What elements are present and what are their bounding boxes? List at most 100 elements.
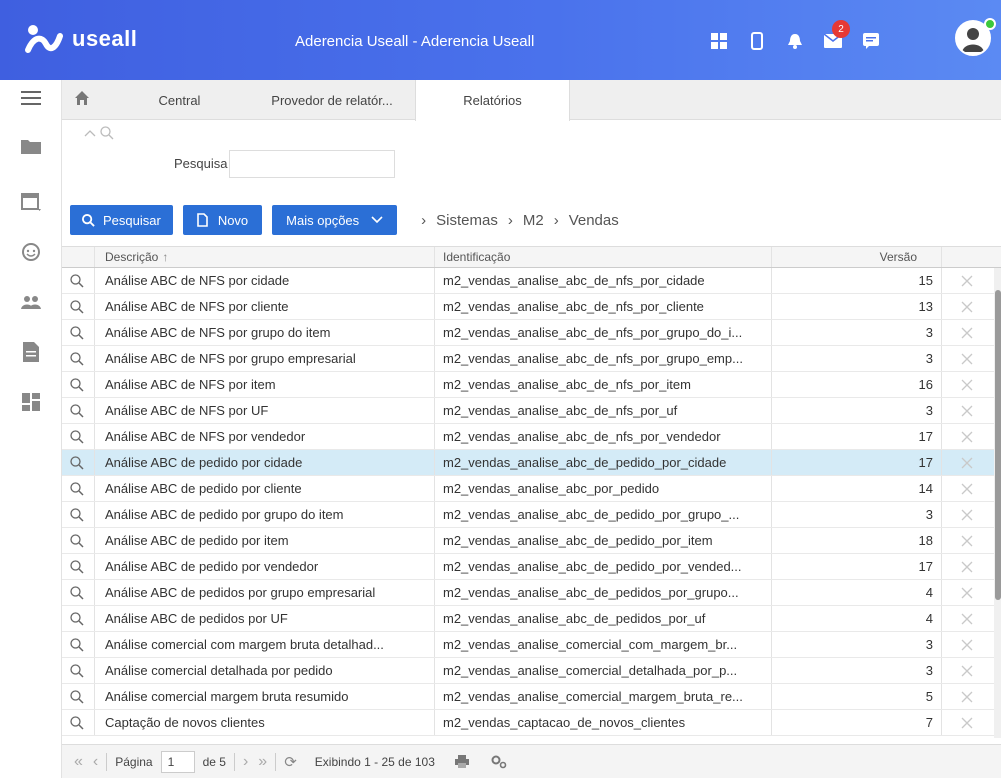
cell-identificacao: m2_vendas_analise_abc_de_nfs_por_grupo_d… [434,320,771,345]
delete-icon[interactable] [941,294,991,319]
breadcrumb-separator: › [507,211,513,229]
table-row[interactable]: Análise ABC de pedido por grupo do item m… [62,502,1001,528]
users-icon[interactable] [15,286,47,318]
logo[interactable]: useall [24,22,137,56]
apps-grid-icon[interactable] [700,26,738,56]
view-search-icon[interactable] [62,398,92,423]
table-row[interactable]: Análise ABC de pedidos por UF m2_vendas_a… [62,606,1001,632]
delete-icon[interactable] [941,450,991,475]
delete-icon[interactable] [941,580,991,605]
view-search-icon[interactable] [62,320,92,345]
folder-icon[interactable] [15,130,47,162]
view-search-icon[interactable] [62,424,92,449]
delete-icon[interactable] [941,710,991,735]
mobile-icon[interactable] [738,26,776,56]
last-page-icon[interactable]: » [258,753,267,771]
scrollbar-thumb[interactable] [995,290,1001,600]
breadcrumb-item[interactable]: M2 [523,212,544,229]
table-row[interactable]: Análise ABC de NFS por vendedor m2_vendas… [62,424,1001,450]
view-search-icon[interactable] [62,450,92,475]
next-page-icon[interactable]: › [243,753,248,771]
view-search-icon[interactable] [62,268,92,293]
view-search-icon[interactable] [62,346,92,371]
refresh-icon[interactable]: ⟳ [284,753,297,771]
table-row[interactable]: Análise ABC de pedidos por grupo empresa… [62,580,1001,606]
page-input[interactable]: 1 [160,750,195,773]
view-search-icon[interactable] [62,554,92,579]
breadcrumb-item[interactable]: Sistemas [436,212,498,229]
tab-central[interactable]: Central [117,80,242,120]
breadcrumb-item[interactable]: Vendas [569,212,619,229]
cell-versao: 3 [771,320,941,345]
table-row[interactable]: Análise ABC de NFS por cidade m2_vendas_a… [62,268,1001,294]
cell-descricao: Análise ABC de NFS por grupo do item [94,320,434,345]
table-row[interactable]: Análise ABC de pedido por cidade m2_venda… [62,450,1001,476]
collapse-search-toggle[interactable] [84,126,114,140]
menu-icon[interactable] [15,82,47,114]
delete-icon[interactable] [941,268,991,293]
prev-page-icon[interactable]: ‹ [93,753,98,771]
delete-icon[interactable] [941,528,991,553]
dashboard-icon[interactable] [15,386,47,418]
more-options-button[interactable]: Mais opções [272,205,398,235]
table-row[interactable]: Análise ABC de NFS por UF m2_vendas_anali… [62,398,1001,424]
column-header-versao[interactable]: Versão [771,247,941,267]
view-search-icon[interactable] [62,658,92,683]
view-search-icon[interactable] [62,528,92,553]
view-search-icon[interactable] [62,476,92,501]
table-row[interactable]: Análise comercial margem bruta resumido m… [62,684,1001,710]
table-row[interactable]: Análise ABC de NFS por item m2_vendas_ana… [62,372,1001,398]
table-row[interactable]: Análise ABC de NFS por cliente m2_vendas_… [62,294,1001,320]
search-input[interactable] [229,150,395,178]
chat-icon[interactable] [852,26,890,56]
document-icon[interactable] [15,336,47,368]
view-search-icon[interactable] [62,606,92,631]
delete-icon[interactable] [941,632,991,657]
column-header-descricao[interactable]: Descrição ↑ [94,247,434,267]
sidebar [0,80,62,778]
tab-provedor[interactable]: Provedor de relatór... [252,80,412,120]
delete-icon[interactable] [941,606,991,631]
view-search-icon[interactable] [62,580,92,605]
view-search-icon[interactable] [62,632,92,657]
table-row[interactable]: Análise ABC de pedido por item m2_vendas_… [62,528,1001,554]
search-button[interactable]: Pesquisar [70,205,173,235]
delete-icon[interactable] [941,476,991,501]
cell-identificacao: m2_vendas_analise_comercial_com_margem_b… [434,632,771,657]
column-header-identificacao[interactable]: Identificação [434,247,771,267]
new-button[interactable]: Novo [182,205,263,235]
cell-descricao: Análise ABC de NFS por cliente [94,294,434,319]
home-icon[interactable] [74,90,90,109]
delete-icon[interactable] [941,554,991,579]
cell-versao: 4 [771,580,941,605]
mail-icon[interactable]: 2 [814,20,852,56]
delete-icon[interactable] [941,684,991,709]
table-row[interactable]: Análise comercial com margem bruta detal… [62,632,1001,658]
table-row[interactable]: Análise ABC de NFS por grupo do item m2_v… [62,320,1001,346]
table-row[interactable]: Análise ABC de pedido por vendedor m2_ven… [62,554,1001,580]
smiley-icon[interactable] [15,236,47,268]
tab-relatorios[interactable]: Relatórios [415,80,570,121]
view-search-icon[interactable] [62,684,92,709]
table-row[interactable]: Análise comercial detalhada por pedido m2… [62,658,1001,684]
table-row[interactable]: Captação de novos clientes m2_vendas_capt… [62,710,1001,736]
table-row[interactable]: Análise ABC de pedido por cliente m2_vend… [62,476,1001,502]
view-search-icon[interactable] [62,294,92,319]
delete-icon[interactable] [941,502,991,527]
settings-gears-icon[interactable] [491,755,507,769]
bell-icon[interactable] [776,26,814,56]
delete-icon[interactable] [941,346,991,371]
view-search-icon[interactable] [62,372,92,397]
delete-icon[interactable] [941,398,991,423]
delete-icon[interactable] [941,424,991,449]
cell-identificacao: m2_vendas_analise_abc_por_pedido [434,476,771,501]
calendar-icon[interactable] [15,185,47,217]
view-search-icon[interactable] [62,710,92,735]
print-icon[interactable] [454,755,469,768]
first-page-icon[interactable]: « [74,753,83,771]
delete-icon[interactable] [941,658,991,683]
delete-icon[interactable] [941,320,991,345]
table-row[interactable]: Análise ABC de NFS por grupo empresarial… [62,346,1001,372]
delete-icon[interactable] [941,372,991,397]
view-search-icon[interactable] [62,502,92,527]
